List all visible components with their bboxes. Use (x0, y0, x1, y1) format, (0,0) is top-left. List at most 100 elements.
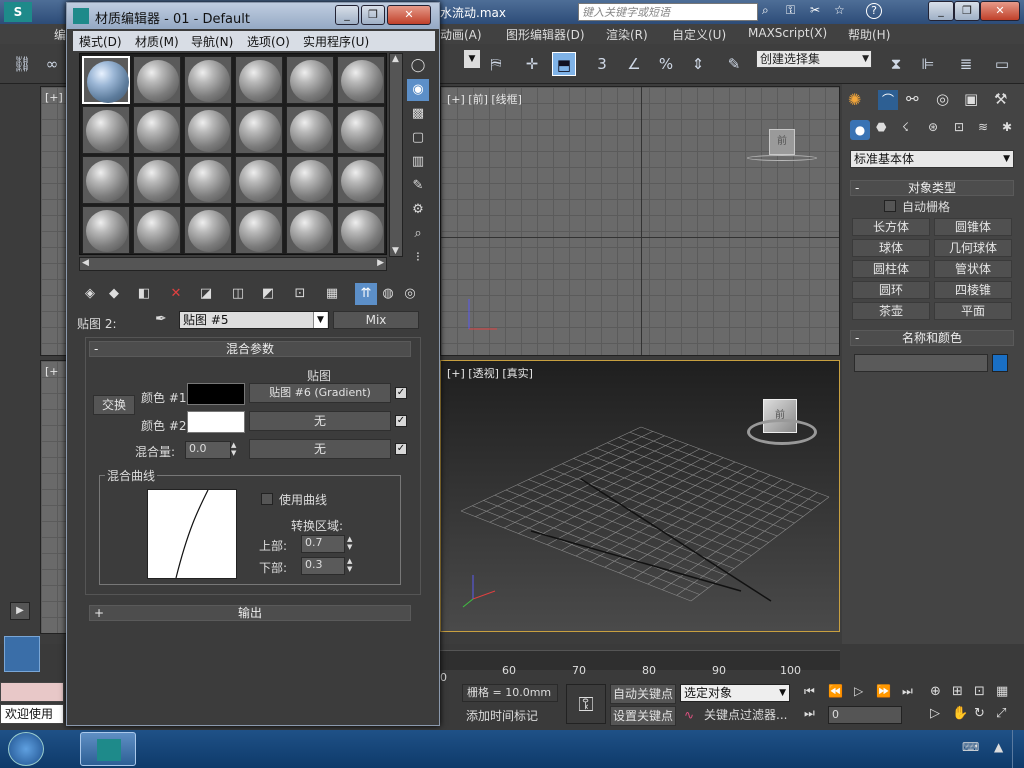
sample-slot[interactable] (184, 156, 232, 204)
mirror-select-icon[interactable]: ⛿ (484, 52, 508, 76)
assign-to-selection-icon[interactable]: ◧ (133, 283, 155, 305)
maxscript-listener[interactable] (0, 682, 64, 702)
lower-spinner[interactable]: ▲ ▼ (347, 557, 357, 575)
eyedropper-icon[interactable]: ✒ (155, 311, 167, 327)
color1-map-checkbox[interactable]: ✓ (395, 387, 407, 399)
key-icon[interactable]: ⚿ (786, 3, 795, 18)
use-curve-checkbox[interactable] (261, 493, 273, 505)
main-restore-button[interactable]: ❐ (954, 1, 980, 21)
color2-map-button[interactable]: 无 (249, 411, 391, 431)
main-minimize-button[interactable]: _ (928, 1, 954, 21)
snap-3-icon[interactable]: 3 (590, 52, 614, 76)
hierarchy-tab-icon[interactable]: ⚯ (906, 90, 919, 108)
upper-spinner[interactable]: ▲ ▼ (347, 535, 357, 553)
lower-field[interactable]: 0.3 (301, 557, 345, 575)
plane-button[interactable]: 平面 (934, 302, 1012, 320)
menu-customize[interactable]: 自定义(U) (672, 26, 726, 43)
show-desktop-button[interactable] (1012, 730, 1024, 768)
curve-editor-icon[interactable]: ▭ (990, 52, 1014, 76)
mix-parameters-rollout-header[interactable]: - 混合参数 (89, 341, 411, 357)
output-rollout-header[interactable]: + 输出 (89, 605, 411, 621)
scroll-down-icon[interactable]: ▼ (392, 246, 399, 256)
menu-animation[interactable]: 动画(A) (440, 26, 482, 43)
menu-maxscript[interactable]: MAXScript(X) (748, 26, 827, 40)
sample-slot[interactable] (337, 106, 385, 154)
color1-map-button[interactable]: 贴图 #6 (Gradient) (249, 383, 391, 403)
pick-material-icon[interactable]: ◎ (399, 283, 421, 305)
tray-arrow-icon[interactable]: ▲ (994, 740, 1003, 754)
upper-field[interactable]: 0.7 (301, 535, 345, 553)
zoom-extents-all-icon[interactable]: ▦ (996, 684, 1008, 699)
go-start-icon[interactable]: ⏮ (804, 684, 815, 699)
delete-icon[interactable]: ✕ (165, 283, 187, 305)
sample-slot[interactable] (133, 156, 181, 204)
sample-slot[interactable] (133, 206, 181, 254)
zoom-extents-icon[interactable]: ⊡ (974, 684, 985, 699)
named-selection-set[interactable]: 创建选择集 ▼ (756, 50, 872, 68)
align-icon[interactable]: ⊫ (916, 52, 940, 76)
go-forward-sibling-icon[interactable]: ◍ (377, 283, 399, 305)
material-id-icon[interactable]: ◩ (257, 283, 279, 305)
make-preview-icon[interactable]: ✎ (407, 175, 429, 197)
sample-slot[interactable] (286, 206, 334, 254)
auto-key-button[interactable]: 自动关键点 (610, 684, 676, 704)
help-icon[interactable]: ? (866, 3, 882, 19)
sample-slot[interactable] (133, 56, 181, 104)
percent-snap-icon[interactable]: % (654, 52, 678, 76)
pan-icon[interactable]: ✋ (952, 706, 968, 721)
layer-icon[interactable]: ≣ (954, 52, 978, 76)
show-end-result-icon[interactable]: ▦ (321, 283, 343, 305)
med-minimize-button[interactable]: _ (335, 5, 359, 25)
mix-amount-map-checkbox[interactable]: ✓ (395, 443, 407, 455)
med-close-button[interactable]: ✕ (387, 5, 431, 25)
med-menu-mode[interactable]: 模式(D) (79, 33, 122, 50)
sample-slot[interactable] (184, 206, 232, 254)
sphere-button[interactable]: 球体 (852, 239, 930, 257)
key-filter-button[interactable]: ∿ 关键点过滤器... (680, 706, 792, 726)
view-cube[interactable]: 前 (769, 129, 795, 155)
keyboard-icon[interactable]: ⌨ (962, 740, 979, 754)
main-close-button[interactable]: ✕ (980, 1, 1020, 21)
place-icon[interactable]: ⬒ (552, 52, 576, 76)
sample-slot[interactable] (184, 56, 232, 104)
edit-named-selection-icon[interactable]: ✎ (722, 52, 746, 76)
menu-rendering[interactable]: 渲染(R) (606, 26, 648, 43)
fov-icon[interactable]: ▷ (930, 706, 940, 721)
spacewarps-icon[interactable]: ≋ (978, 120, 988, 134)
sample-type-icon[interactable]: ◯ (407, 55, 429, 77)
star-icon[interactable]: ☆ (834, 3, 845, 17)
sample-slot[interactable] (82, 206, 130, 254)
taskbar-3dsmax[interactable] (80, 732, 136, 766)
pyramid-button[interactable]: 四棱锥 (934, 281, 1012, 299)
slots-hscrollbar[interactable]: ◀ ▶ (79, 257, 387, 271)
sample-slot[interactable] (82, 156, 130, 204)
color1-swatch[interactable] (187, 383, 245, 405)
geosphere-button[interactable]: 几何球体 (934, 239, 1012, 257)
menu-partial-left[interactable]: 编 (54, 26, 66, 43)
display-tab-icon[interactable]: ▣ (964, 90, 978, 108)
background-icon[interactable]: ▩ (407, 103, 429, 125)
systems-icon[interactable]: ✱ (1002, 120, 1012, 134)
primitive-type-dropdown[interactable]: 标准基本体 ▼ (850, 150, 1014, 168)
sample-slot[interactable] (235, 56, 283, 104)
welcome-field[interactable]: 欢迎使用 (0, 704, 64, 724)
key-mode-toggle-icon[interactable]: ⏭ (804, 706, 815, 721)
sample-slot[interactable] (235, 156, 283, 204)
go-to-parent-icon[interactable]: ⇈ (355, 283, 377, 305)
viewport-top-left-label[interactable]: [+] (45, 91, 63, 104)
link-icon[interactable]: ⛓ (10, 52, 34, 76)
selection-filter-dropdown-arrow[interactable]: ▼ (464, 50, 480, 68)
key-icon[interactable]: ⚿ (566, 684, 606, 724)
menu-help[interactable]: 帮助(H) (848, 26, 890, 43)
sample-slot[interactable] (337, 56, 385, 104)
tools-icon[interactable]: ✂ (810, 3, 820, 17)
torus-button[interactable]: 圆环 (852, 281, 930, 299)
next-frame-icon[interactable]: ⏩ (876, 684, 891, 698)
cylinder-button[interactable]: 圆柱体 (852, 260, 930, 278)
swap-button[interactable]: 交换 (93, 395, 135, 415)
material-map-navigator-icon[interactable]: ⁝ (407, 247, 429, 269)
app-logo[interactable]: S (4, 2, 32, 22)
teapot-button[interactable]: 茶壶 (852, 302, 930, 320)
uv-tiling-icon[interactable]: ▢ (407, 127, 429, 149)
current-frame-field[interactable]: 0 (828, 706, 902, 724)
